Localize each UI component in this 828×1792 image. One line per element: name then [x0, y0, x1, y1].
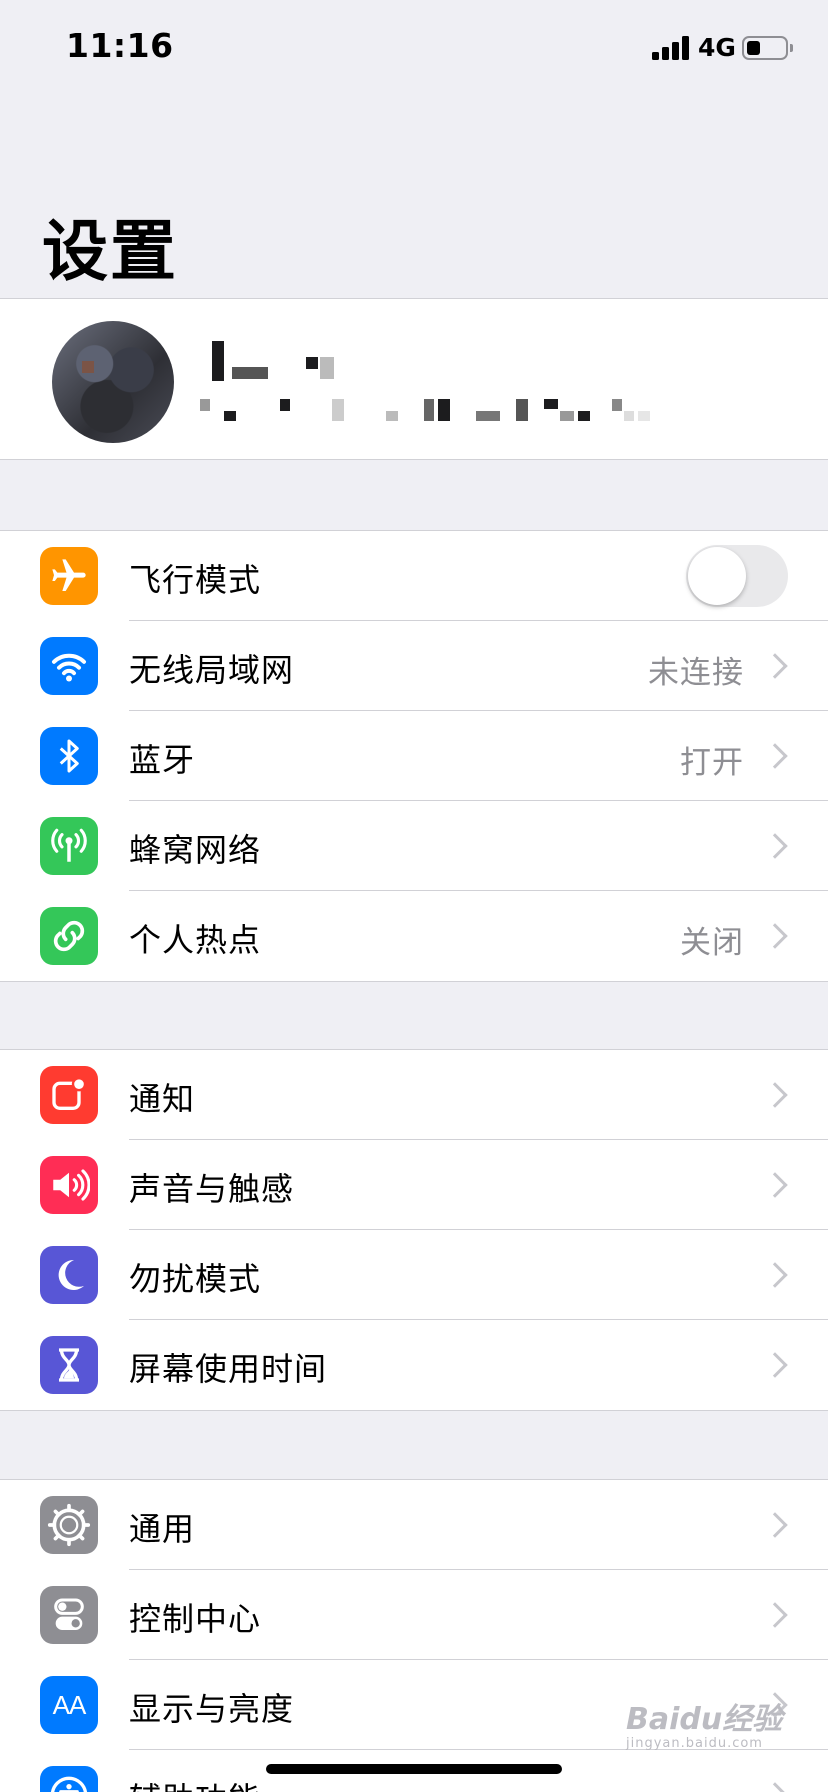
chevron-right-icon: [762, 1512, 788, 1538]
row-label: 勿扰模式: [129, 1260, 262, 1298]
settings-row-gear[interactable]: 通用: [0, 1480, 828, 1570]
avatar: [52, 321, 174, 443]
settings-row-airplane[interactable]: 飞行模式: [0, 531, 828, 621]
row-label: 控制中心: [129, 1600, 262, 1638]
row-label: 飞行模式: [129, 561, 262, 599]
account-name-redacted: [210, 341, 334, 381]
settings-row-antenna[interactable]: 蜂窝网络: [0, 801, 828, 891]
chevron-right-icon: [762, 1352, 788, 1378]
page-title: 设置: [42, 213, 178, 290]
account-id-redacted: [200, 399, 660, 423]
settings-row-hourglass[interactable]: 屏幕使用时间: [0, 1320, 828, 1410]
chevron-right-icon: [762, 923, 788, 949]
row-label: 通知: [129, 1080, 196, 1118]
wifi-icon: [40, 637, 98, 695]
settings-row-notification[interactable]: 通知: [0, 1050, 828, 1140]
airplane-mode-toggle[interactable]: [686, 545, 788, 607]
chevron-right-icon: [762, 1782, 788, 1792]
row-label: 个人热点: [129, 921, 262, 959]
home-indicator[interactable]: [266, 1764, 562, 1774]
status-time: 11:16: [66, 26, 174, 65]
chevron-right-icon: [762, 833, 788, 859]
settings-row-bluetooth[interactable]: 蓝牙 打开: [0, 711, 828, 801]
row-label: 声音与触感: [129, 1170, 295, 1208]
bluetooth-icon: [40, 727, 98, 785]
row-value: 关闭: [680, 925, 744, 961]
row-label: 屏幕使用时间: [129, 1350, 328, 1388]
row-label: 显示与亮度: [129, 1690, 295, 1728]
watermark: Baidu经验 jingyan.baidu.com: [626, 1702, 783, 1751]
settings-screen: 11:16 4G 设置 飞行模式 无线局域网 未连接 蓝牙 打开 蜂窝网络 个人…: [0, 0, 828, 1792]
settings-row-wifi[interactable]: 无线局域网 未连接: [0, 621, 828, 711]
settings-row-hotspot-link[interactable]: 个人热点 关闭: [0, 891, 828, 981]
chevron-right-icon: [762, 743, 788, 769]
status-bar: 11:16 4G: [0, 0, 828, 100]
network-type: 4G: [698, 33, 736, 62]
antenna-icon: [40, 817, 98, 875]
cellular-signal-icon: [652, 36, 690, 60]
row-value: 打开: [680, 745, 744, 781]
row-label: 蜂窝网络: [129, 831, 262, 869]
toggle-knob: [688, 547, 746, 605]
row-label: 辅助功能: [129, 1774, 261, 1792]
settings-row-speaker[interactable]: 声音与触感: [0, 1140, 828, 1230]
battery-level: [747, 41, 760, 55]
settings-row-toggles[interactable]: 控制中心: [0, 1570, 828, 1660]
text-size-icon: AA: [40, 1676, 98, 1734]
chevron-right-icon: [762, 1082, 788, 1108]
accessibility-icon: [40, 1766, 98, 1792]
speaker-icon: [40, 1156, 98, 1214]
gear-icon: [40, 1496, 98, 1554]
chevron-right-icon: [762, 653, 788, 679]
notification-icon: [40, 1066, 98, 1124]
row-value: 未连接: [648, 655, 744, 691]
chevron-right-icon: [762, 1262, 788, 1288]
chevron-right-icon: [762, 1602, 788, 1628]
row-label: 无线局域网: [129, 651, 295, 689]
battery-cap: [790, 44, 793, 52]
hotspot-link-icon: [40, 907, 98, 965]
group-notifications: 通知声音与触感勿扰模式屏幕使用时间: [0, 1049, 828, 1411]
row-label: 通用: [129, 1510, 196, 1548]
moon-icon: [40, 1246, 98, 1304]
row-label: 蓝牙: [129, 741, 196, 779]
apple-id-profile-row[interactable]: [0, 298, 828, 460]
group-connectivity: 飞行模式无线局域网 未连接蓝牙 打开蜂窝网络个人热点 关闭: [0, 530, 828, 982]
chevron-right-icon: [762, 1172, 788, 1198]
battery-icon: [742, 36, 788, 60]
toggles-icon: [40, 1586, 98, 1644]
hourglass-icon: [40, 1336, 98, 1394]
airplane-icon: [40, 547, 98, 605]
settings-row-moon[interactable]: 勿扰模式: [0, 1230, 828, 1320]
